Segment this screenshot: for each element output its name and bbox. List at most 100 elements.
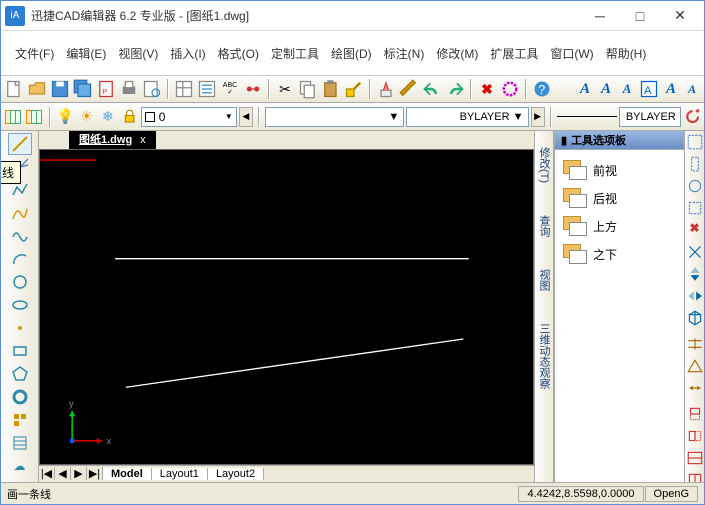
text-a5-icon[interactable]: A — [682, 78, 702, 100]
delete-icon[interactable]: ✖ — [476, 78, 498, 100]
rtool-2[interactable] — [686, 155, 704, 173]
rtool-4[interactable] — [686, 199, 704, 217]
text-a1-icon[interactable]: A — [575, 78, 595, 100]
layer-sheets2-icon[interactable] — [24, 106, 43, 128]
menu-help[interactable]: 帮助(H) — [600, 42, 653, 65]
bulb-icon[interactable]: 💡 — [56, 106, 75, 128]
undo-icon[interactable] — [421, 78, 443, 100]
sun-icon[interactable]: ☀ — [77, 106, 96, 128]
clear-icon[interactable] — [375, 78, 397, 100]
rtool-5[interactable]: ✖ — [686, 221, 704, 235]
rtool-3d[interactable] — [686, 309, 704, 327]
tool-hatch[interactable] — [8, 432, 32, 454]
refresh-icon[interactable] — [683, 106, 702, 128]
rtool-ext1[interactable] — [686, 405, 704, 423]
pdf-icon[interactable]: P — [95, 78, 117, 100]
tool-curve[interactable] — [8, 202, 32, 224]
copy-icon[interactable] — [297, 78, 319, 100]
menu-view[interactable]: 视图(V) — [112, 42, 164, 65]
side-3dorbit[interactable]: 三维动态观察 — [536, 317, 552, 395]
layer-select[interactable]: 0▼ — [141, 107, 237, 127]
view-item-back[interactable]: 后视 — [561, 184, 678, 212]
menu-custom-tools[interactable]: 定制工具 — [265, 42, 325, 65]
menu-dimension[interactable]: 标注(N) — [378, 42, 431, 65]
rtool-3[interactable] — [686, 177, 704, 195]
tool-line[interactable] — [8, 133, 32, 155]
layout-tab-model[interactable]: Model — [103, 468, 152, 480]
text-a3-icon[interactable]: A — [617, 78, 637, 100]
tool-point[interactable] — [8, 317, 32, 339]
rtool-fliph[interactable] — [686, 287, 704, 305]
layout-nav-prev[interactable]: ◀ — [55, 467, 71, 480]
text-a2-icon[interactable]: A — [596, 78, 616, 100]
rtool-ext4[interactable] — [686, 471, 704, 482]
menu-extend-tools[interactable]: 扩展工具 — [484, 42, 544, 65]
tool-rectangle[interactable] — [8, 340, 32, 362]
tool-block[interactable] — [8, 409, 32, 431]
tool-polygon[interactable] — [8, 363, 32, 385]
open-icon[interactable] — [26, 78, 48, 100]
side-modify[interactable]: 修改(T) — [536, 141, 552, 189]
rtool-flipv[interactable] — [686, 265, 704, 283]
help-icon[interactable]: ? — [531, 78, 553, 100]
tool-ring[interactable] — [8, 386, 32, 408]
linetype-more[interactable]: ▶ — [531, 107, 545, 127]
new-icon[interactable] — [3, 78, 25, 100]
doc-tab[interactable]: 图纸1.dwgx — [69, 131, 156, 149]
close-button[interactable]: ✕ — [660, 2, 700, 30]
save-all-icon[interactable] — [72, 78, 94, 100]
layout-nav-first[interactable]: |◀ — [39, 467, 55, 480]
layout-nav-last[interactable]: ▶| — [87, 467, 103, 480]
layout-tab-1[interactable]: Layout1 — [152, 468, 208, 480]
view-item-bottom[interactable]: 之下 — [561, 240, 678, 268]
side-view[interactable]: 视图 — [536, 263, 552, 297]
match-icon[interactable] — [343, 78, 365, 100]
tool-ellipse[interactable] — [8, 294, 32, 316]
layer-sheets1-icon[interactable] — [3, 106, 22, 128]
layer-prev[interactable]: ◀ — [239, 107, 253, 127]
maximize-button[interactable]: □ — [620, 2, 660, 30]
distance-icon[interactable] — [242, 78, 264, 100]
tool-arc[interactable] — [8, 248, 32, 270]
brush-icon[interactable] — [398, 78, 420, 100]
view-item-top[interactable]: 上方 — [561, 212, 678, 240]
rtool-dim2[interactable] — [686, 357, 704, 375]
combo-linetype[interactable]: BYLAYER ▼ — [406, 107, 528, 127]
print-icon[interactable] — [118, 78, 140, 100]
find-icon[interactable]: ABC✓ — [219, 78, 241, 100]
view-item-front[interactable]: 前视 — [561, 156, 678, 184]
menu-edit[interactable]: 编辑(E) — [60, 42, 112, 65]
lock-icon[interactable] — [120, 106, 139, 128]
save-icon[interactable] — [49, 78, 71, 100]
combo-lineweight[interactable]: BYLAYER — [619, 107, 681, 127]
rtool-dim1[interactable] — [686, 335, 704, 353]
menu-draw[interactable]: 绘图(D) — [325, 42, 378, 65]
tool-circle[interactable] — [8, 271, 32, 293]
minimize-button[interactable]: ─ — [580, 2, 620, 30]
rtool-1[interactable] — [686, 133, 704, 151]
print-preview-icon[interactable] — [141, 78, 163, 100]
rtool-mirror[interactable] — [686, 243, 704, 261]
menu-file[interactable]: 文件(F) — [9, 42, 60, 65]
text-a4-icon[interactable]: A — [661, 78, 681, 100]
layout-tab-2[interactable]: Layout2 — [208, 468, 264, 480]
properties-icon[interactable] — [196, 78, 218, 100]
cut-icon[interactable]: ✂ — [274, 78, 296, 100]
tool-spline[interactable] — [8, 225, 32, 247]
side-query[interactable]: 查询 — [536, 209, 552, 243]
menu-window[interactable]: 窗口(W) — [544, 42, 599, 65]
layout-nav-next[interactable]: ▶ — [71, 467, 87, 480]
redo-icon[interactable] — [444, 78, 466, 100]
paste-icon[interactable] — [320, 78, 342, 100]
rtool-ext3[interactable] — [686, 449, 704, 467]
explorer-icon[interactable] — [173, 78, 195, 100]
text-style-icon[interactable]: A — [638, 78, 660, 100]
drawing-canvas[interactable]: x y — [39, 149, 534, 465]
menu-format[interactable]: 格式(O) — [212, 42, 265, 65]
select-color-icon[interactable] — [499, 78, 521, 100]
doc-tab-close[interactable]: x — [140, 134, 146, 146]
tool-revcloud[interactable]: ☁ — [8, 455, 32, 477]
rtool-ext2[interactable] — [686, 427, 704, 445]
snow-icon[interactable]: ❄ — [98, 106, 117, 128]
menu-modify[interactable]: 修改(M) — [430, 42, 484, 65]
